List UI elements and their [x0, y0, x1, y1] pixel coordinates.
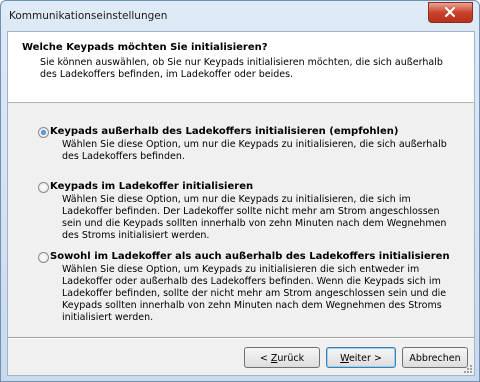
- radio-button[interactable]: [38, 252, 49, 263]
- dialog-client-area: Welche Keypads möchten Sie initialisiere…: [7, 31, 475, 376]
- resize-grip-icon[interactable]: [462, 363, 472, 373]
- option-description: Wählen Sie diese Option, um Keypads zu i…: [62, 264, 447, 323]
- wizard-header: Welche Keypads möchten Sie initialisiere…: [8, 32, 474, 103]
- option-label[interactable]: Sowohl im Ladekoffer als auch außerhalb …: [50, 250, 462, 263]
- option-inside-case[interactable]: Keypads im Ladekoffer initialisieren Wäh…: [38, 180, 462, 242]
- option-outside-case[interactable]: Keypads außerhalb des Ladekoffers initia…: [38, 125, 462, 163]
- option-description: Wählen Sie diese Option, um nur die Keyp…: [62, 194, 447, 241]
- window-title: Kommunikationseinstellungen: [9, 10, 168, 22]
- options-group: Keypads außerhalb des Ladekoffers initia…: [8, 103, 474, 339]
- close-button[interactable]: [428, 2, 473, 23]
- title-bar[interactable]: Kommunikationseinstellungen: [1, 1, 479, 31]
- option-description: Wählen Sie diese Option, um nur die Keyp…: [62, 139, 447, 162]
- radio-button[interactable]: [38, 182, 49, 193]
- footer-separator: [8, 337, 474, 339]
- cancel-button[interactable]: Abbrechen: [402, 347, 468, 368]
- close-icon: [445, 7, 455, 17]
- option-label[interactable]: Keypads im Ladekoffer initialisieren: [50, 180, 462, 193]
- next-button[interactable]: Weiter >: [326, 347, 396, 368]
- radio-button-selected[interactable]: [38, 127, 49, 138]
- option-both[interactable]: Sowohl im Ladekoffer als auch außerhalb …: [38, 250, 462, 324]
- dialog-window: Kommunikationseinstellungen Welche Keypa…: [0, 0, 480, 382]
- back-button[interactable]: < Zurück: [244, 347, 320, 368]
- header-title: Welche Keypads möchten Sie initialisiere…: [22, 42, 268, 53]
- header-description: Sie können auswählen, ob Sie nur Keypads…: [40, 57, 443, 80]
- option-label[interactable]: Keypads außerhalb des Ladekoffers initia…: [50, 125, 462, 138]
